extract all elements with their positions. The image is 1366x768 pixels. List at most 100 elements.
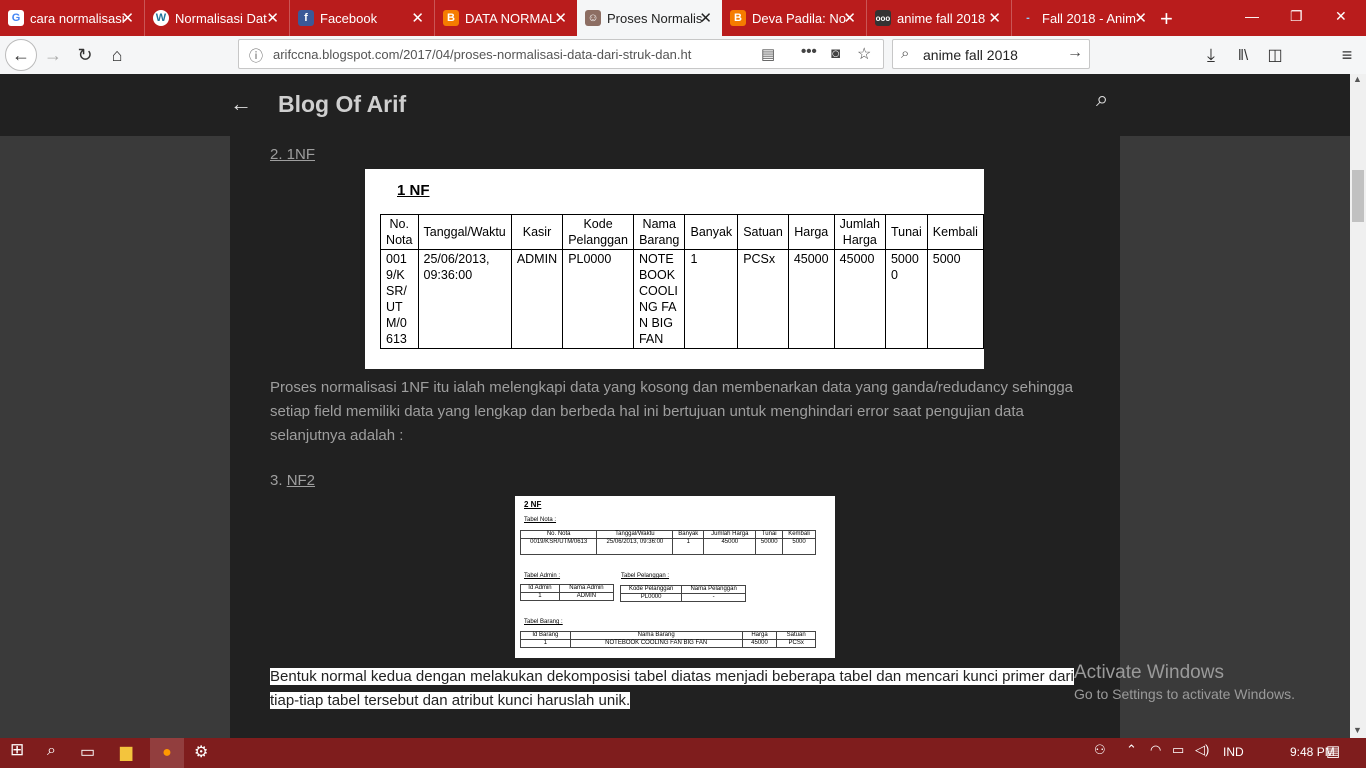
activation-watermark-text: Go to Settings to activate Windows.	[1074, 686, 1295, 702]
table-header: Kode Pelanggan	[619, 585, 683, 594]
bookmark-star-icon[interactable]: ☆	[857, 44, 871, 64]
menu-icon[interactable]: ≡	[1334, 42, 1360, 68]
blogger-icon: B	[730, 10, 746, 26]
taskbar: ⊞ ⌕ ▭ ▆ ● ⚙ ⚇ ⌃ ◠ ▭ ◁) IND 9:48 PM ▤	[0, 738, 1366, 768]
table-cell: 45000	[787, 249, 835, 349]
table-header: Banyak	[672, 530, 705, 539]
table-cell: NOTEBOOK COOLING FAN BIG FAN	[632, 249, 686, 349]
table-cell: 50000	[884, 249, 928, 349]
paragraph-2nf-selected: Bentuk normal kedua dengan melakukan dek…	[270, 665, 1074, 713]
web-page: ← Blog Of Arif ⌕ 2. 1NF 1 NF No. Nota Ta…	[0, 74, 1350, 738]
restore-button[interactable]: ❐	[1290, 8, 1303, 25]
search-bar[interactable]: ⌕ anime fall 2018 →	[892, 39, 1090, 69]
tab-deva-padila[interactable]: B Deva Padila: No ✕	[722, 0, 867, 36]
close-icon[interactable]: ✕	[1134, 9, 1147, 27]
image-title: 1 NF	[397, 182, 430, 199]
url-bar[interactable]: ⓘ arifccna.blogspot.com/2017/04/proses-n…	[238, 39, 884, 69]
search-icon[interactable]: ⌕	[1096, 86, 1108, 112]
wifi-icon[interactable]: ◠	[1150, 742, 1161, 758]
search-input[interactable]: anime fall 2018	[923, 47, 1018, 63]
table-cell: NOTEBOOK COOLING FAN BIG FAN	[569, 639, 743, 648]
scroll-up-icon[interactable]: ▲	[1353, 74, 1362, 84]
table-header: Banyak	[684, 214, 739, 250]
search-go-icon[interactable]: →	[1067, 44, 1083, 62]
reload-button[interactable]: ↻	[72, 42, 98, 68]
table-header: Tunai	[755, 530, 784, 539]
tabel-pelanggan: Kode Pelanggan Nama Pelanggan PL0000 -	[619, 585, 746, 602]
close-icon[interactable]: ✕	[554, 9, 567, 27]
tabel-nota-label: Tabel Nota :	[524, 517, 557, 523]
pocket-icon[interactable]: ◙	[831, 45, 840, 62]
table-header: Tanggal/Waktu	[417, 214, 512, 250]
forward-button[interactable]: →	[40, 42, 66, 68]
table-cell: 25/06/2013, 09:36:00	[417, 249, 512, 349]
close-icon[interactable]: ✕	[699, 9, 712, 27]
table-header: Nama Barang	[569, 631, 743, 640]
downloads-icon[interactable]: ⤓	[1198, 42, 1224, 68]
app-icon[interactable]: ⚙	[194, 742, 208, 762]
page-scrollbar[interactable]: ▲ ▼	[1350, 74, 1366, 738]
volume-icon[interactable]: ◁)	[1195, 742, 1209, 758]
minimize-button[interactable]: —	[1245, 8, 1259, 24]
chevron-up-icon[interactable]: ⌃	[1126, 742, 1137, 758]
notifications-icon[interactable]: ▤	[1326, 742, 1340, 760]
back-button[interactable]: ←	[5, 39, 37, 71]
table-cell: 1	[684, 249, 739, 349]
table-header: No. Nota	[380, 214, 419, 250]
people-icon[interactable]: ⚇	[1094, 742, 1106, 758]
table-cell: -	[681, 593, 746, 602]
tab-normalisasi-data[interactable]: W Normalisasi Dat ✕	[145, 0, 290, 36]
google-icon: G	[8, 10, 24, 26]
close-window-button[interactable]: ✕	[1335, 8, 1347, 25]
task-view-icon[interactable]: ▭	[80, 742, 95, 762]
heading-nf2-prefix: 3.	[270, 472, 287, 489]
tab-title: Facebook	[320, 10, 378, 26]
close-icon[interactable]: ✕	[266, 9, 279, 27]
tab-facebook[interactable]: f Facebook ✕	[290, 0, 435, 36]
library-icon[interactable]: ‖\	[1230, 42, 1256, 68]
tab-fall-2018-anime[interactable]: - Fall 2018 - Anim ✕	[1012, 0, 1157, 36]
search-icon[interactable]: ⌕	[47, 742, 56, 760]
table-cell: 5000	[782, 538, 816, 555]
paragraph-line: tiap-tiap tabel tersebut dan atribut kun…	[270, 692, 631, 709]
heading-1nf[interactable]: 2. 1NF	[270, 146, 315, 163]
back-arrow-icon[interactable]: ←	[230, 91, 252, 117]
close-icon[interactable]: ✕	[121, 9, 134, 27]
close-icon[interactable]: ✕	[411, 9, 424, 27]
heading-nf2-link[interactable]: NF2	[287, 472, 315, 489]
tab-title: Proses Normalis	[607, 10, 703, 26]
tabel-barang-label: Tabel Barang :	[524, 619, 563, 625]
close-icon[interactable]: ✕	[843, 9, 856, 27]
firefox-icon[interactable]: ●	[150, 738, 184, 768]
blog-title[interactable]: Blog Of Arif	[278, 91, 406, 118]
file-explorer-icon[interactable]: ▆	[120, 742, 132, 762]
table-cell: 25/06/2013, 09:36:00	[596, 538, 674, 555]
heading-1nf-link[interactable]: 2. 1NF	[270, 146, 315, 163]
home-button[interactable]: ⌂	[104, 42, 130, 68]
info-icon[interactable]: ⓘ	[249, 46, 263, 66]
table-header: Harga	[741, 631, 778, 640]
table-cell: 1	[520, 592, 560, 601]
windows-start-icon[interactable]: ⊞	[10, 740, 24, 760]
reader-view-icon[interactable]: ▤	[761, 45, 775, 63]
language-indicator[interactable]: IND	[1223, 745, 1244, 759]
table-header: No. Nota	[519, 530, 598, 539]
battery-icon[interactable]: ▭	[1172, 742, 1184, 758]
page-actions-icon[interactable]: •••	[801, 43, 817, 60]
tab-anime-fall-2018[interactable]: ooo anime fall 2018 ✕	[867, 0, 1012, 36]
tab-strip: G cara normalisasi ✕ W Normalisasi Dat ✕…	[0, 0, 1366, 36]
table-cell: 45000	[703, 538, 757, 555]
tab-data-normal[interactable]: B DATA NORMAL ✕	[435, 0, 577, 36]
url-text[interactable]: arifccna.blogspot.com/2017/04/proses-nor…	[273, 47, 723, 62]
tab-proses-normalisasi[interactable]: ☺ Proses Normalis ✕	[577, 0, 722, 36]
table-header: Kasir	[510, 214, 564, 250]
tab-cara-normalisasi[interactable]: G cara normalisasi ✕	[0, 0, 145, 36]
table-cell: ADMIN	[510, 249, 564, 349]
sidebar-icon[interactable]: ◫	[1262, 42, 1288, 68]
scroll-down-icon[interactable]: ▼	[1353, 725, 1362, 735]
close-icon[interactable]: ✕	[988, 9, 1001, 27]
table-cell: PCSx	[776, 639, 816, 648]
scrollbar-thumb[interactable]	[1352, 170, 1364, 222]
new-tab-button[interactable]: +	[1160, 6, 1173, 32]
table-header: Nama Barang	[632, 214, 686, 250]
